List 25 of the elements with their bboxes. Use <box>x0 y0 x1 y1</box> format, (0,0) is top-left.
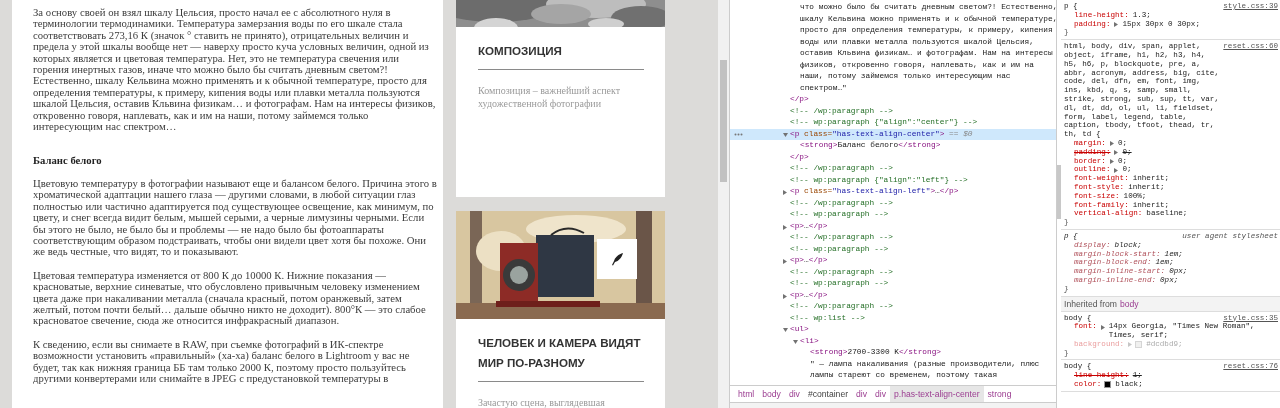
article-paragraph: Цветовую температуру в фотографии называют еще и балансом белого. Причина этого в хроматической адаптации нашего глаза — другими словами, в любой ситуации глаз полностью или частично адаптируется под существующее освещение, как минимум, по цвету, и снег всегда видит белым, мышей серыми, а черные лимузины черными. Если бы этого не было, не было бы и проблемы — не надо было бы фотоаппараты соответствующим образом подстраивать, чтобы они видели цвет хотя бы похоже. Они же ведь честные, что видят, то и показывают. <box>33 177 437 258</box>
breadcrumb-item[interactable]: div <box>871 386 891 402</box>
article-paragraph: Цветовая температура изменяется от 800 К до 10000 К. Нижние показания — красноватые, верхние синеватые, что обусловлено привычным человеку изменением цвета даже при накаливании металла (сначала красный, потом оранжевый, затем желтый, потом почти белый… дальше обычно никто не доходит). 800°К — это слабое красноватое свечение, сюда же относится инфракрасный диапазон. <box>33 269 427 327</box>
color-swatch[interactable] <box>1104 381 1112 389</box>
section-heading: Баланс белого <box>33 155 103 167</box>
article-paragraph: К сведению, если вы снимаете в RAW, при съемке фотографий в ИК-спектре возможности установить «правильный» (ха-ха) баланс белого в Lightroom у вас не будет, так как нижняя граница ББ там только 2000 К, поэтому просто пользуйтесь другими конвертерами или снимайте в JPEG с предустановкой температуры в <box>33 338 411 385</box>
card-description: Композиция – важнейший аспект художественной фотографии <box>478 84 621 110</box>
breadcrumb-item[interactable]: p.has-text-align-center <box>890 386 984 402</box>
breadcrumb-item[interactable]: strong <box>983 386 1016 402</box>
pen-icon <box>610 252 624 266</box>
breadcrumb-item[interactable]: html <box>734 386 759 402</box>
breadcrumb-item[interactable]: div <box>784 386 804 402</box>
breadcrumb-item[interactable]: div <box>852 386 872 402</box>
scrollbar-thumb[interactable] <box>720 60 727 182</box>
article-paragraph: За основу своей он взял шкалу Цельсия, просто начал ее с абсолютного нуля в терминологии термодинамики. Температура замерзания воды по его шкале стала соответствовать 273,16 К (значок ° ставить не принято), отрицательных величин и предела у этой шкалы вообще нет — наверху просто куча условных величин, одной из которых является и цветовая температура. Нет, это не температура свечения или горения инертных газов, иначе что можно было бы считать дневным светом?! Естественно, шкалу Кельвина можно применять и к обычной температуре, просто для определения температуры, к примеру, кипения воды или плавки металла пользуются шкалой Цельсия, оставив Кльвина физикам… и фотографам. Нам на интересы физиков, откровенно говоря, наплевать, как и им на наши, потому займемся только интересующим нас спектром… <box>33 7 437 133</box>
card-title: ЧЕЛОВЕК И КАМЕРА ВИДЯТ МИР ПО-РАЗНОМУ <box>478 335 642 371</box>
element-link[interactable]: body <box>1120 298 1139 309</box>
edit-button[interactable] <box>597 239 637 279</box>
breadcrumb-item[interactable]: #container <box>803 386 853 402</box>
breadcrumb-item[interactable]: body <box>758 386 785 402</box>
card-description: Зачастую сцена, выглядевшая <box>478 396 606 408</box>
section-label: Inherited from <box>1064 298 1118 309</box>
card-title: КОМПОЗИЦИЯ <box>478 43 563 59</box>
scrollbar-thumb[interactable] <box>1057 165 1061 219</box>
more-icon <box>734 132 743 136</box>
